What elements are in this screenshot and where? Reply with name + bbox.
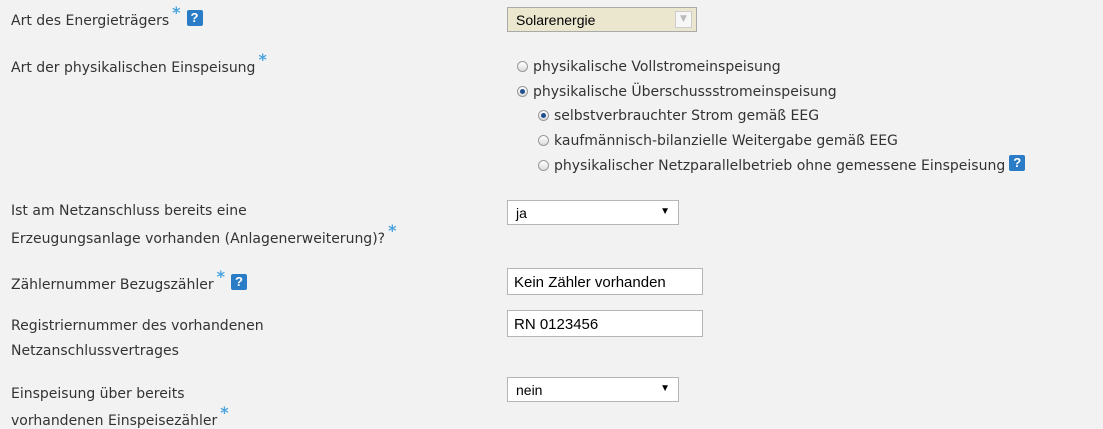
radio-button[interactable] bbox=[538, 160, 549, 171]
registration-number-label-line2: Netzanschlussvertrages bbox=[11, 343, 179, 359]
chevron-down-icon: ▼ bbox=[660, 383, 670, 394]
registration-number-value: RN 0123456 bbox=[514, 316, 599, 333]
meter-number-label: Zählernummer Bezugszähler bbox=[11, 277, 214, 293]
radio-option-full-feed[interactable]: physikalische Vollstromeinspeisung bbox=[517, 59, 781, 75]
energy-type-label: Art des Energieträgers bbox=[11, 13, 170, 29]
radio-button[interactable] bbox=[517, 61, 528, 72]
energy-type-select[interactable]: Solarenergie ▼ bbox=[507, 7, 697, 32]
existing-plant-label-line2: Erzeugungsanlage vorhanden (Anlagenerwei… bbox=[11, 231, 386, 247]
radio-label: physikalische Überschussstromeinspeisung bbox=[533, 84, 837, 100]
registration-number-input[interactable]: RN 0123456 bbox=[507, 310, 703, 337]
radio-label: selbstverbrauchter Strom gemäß EEG bbox=[554, 108, 820, 124]
meter-number-value: Kein Zähler vorhanden bbox=[514, 274, 666, 291]
chevron-down-icon[interactable]: ▼ bbox=[675, 11, 692, 28]
energy-type-label-row: Art des Energieträgers *? bbox=[11, 3, 203, 29]
radio-button-selected[interactable] bbox=[538, 110, 549, 121]
required-marker: * bbox=[258, 50, 267, 69]
required-marker: * bbox=[216, 267, 225, 286]
meter-number-label-row: Zählernummer Bezugszähler *? bbox=[11, 267, 247, 293]
radio-suboption-commercial[interactable]: kaufmännisch-bilanzielle Weitergabe gemä… bbox=[538, 133, 898, 149]
chevron-down-icon: ▼ bbox=[660, 206, 670, 217]
required-marker: * bbox=[220, 403, 229, 422]
feed-in-label-row: Art der physikalischen Einspeisung * bbox=[11, 50, 267, 76]
energy-type-value: Solarenergie bbox=[516, 12, 596, 28]
existing-meter-label-line1: Einspeisung über bereits bbox=[11, 386, 185, 402]
existing-plant-label-line1: Ist am Netzanschluss bereits eine bbox=[11, 203, 247, 219]
feed-in-label: Art der physikalischen Einspeisung bbox=[11, 60, 256, 76]
meter-number-input[interactable]: Kein Zähler vorhanden bbox=[507, 268, 703, 295]
help-icon[interactable]: ? bbox=[186, 10, 203, 26]
existing-plant-value: ja bbox=[516, 205, 527, 221]
radio-button-selected[interactable] bbox=[517, 86, 528, 97]
radio-suboption-self-consumed[interactable]: selbstverbrauchter Strom gemäß EEG bbox=[538, 108, 819, 124]
existing-plant-select[interactable]: ja ▼ bbox=[507, 200, 679, 225]
radio-label: physikalische Vollstromeinspeisung bbox=[533, 59, 781, 75]
radio-label: physikalischer Netzparallelbetrieb ohne … bbox=[554, 158, 1006, 174]
existing-meter-value: nein bbox=[516, 382, 543, 398]
registration-number-label-line1: Registriernummer des vorhandenen bbox=[11, 318, 264, 334]
radio-label: kaufmännisch-bilanzielle Weitergabe gemä… bbox=[554, 133, 898, 149]
help-icon[interactable]: ? bbox=[230, 274, 247, 290]
required-marker: * bbox=[172, 3, 181, 22]
radio-suboption-parallel[interactable]: physikalischer Netzparallelbetrieb ohne … bbox=[538, 155, 1026, 174]
radio-button[interactable] bbox=[538, 135, 549, 146]
existing-meter-label-row: vorhandenen Einspeisezähler * bbox=[11, 403, 229, 429]
help-icon[interactable]: ? bbox=[1009, 155, 1026, 171]
existing-meter-select[interactable]: nein ▼ bbox=[507, 377, 679, 402]
radio-option-surplus-feed[interactable]: physikalische Überschussstromeinspeisung bbox=[517, 84, 837, 100]
required-marker: * bbox=[388, 221, 397, 240]
existing-plant-label-row: Erzeugungsanlage vorhanden (Anlagenerwei… bbox=[11, 221, 396, 247]
